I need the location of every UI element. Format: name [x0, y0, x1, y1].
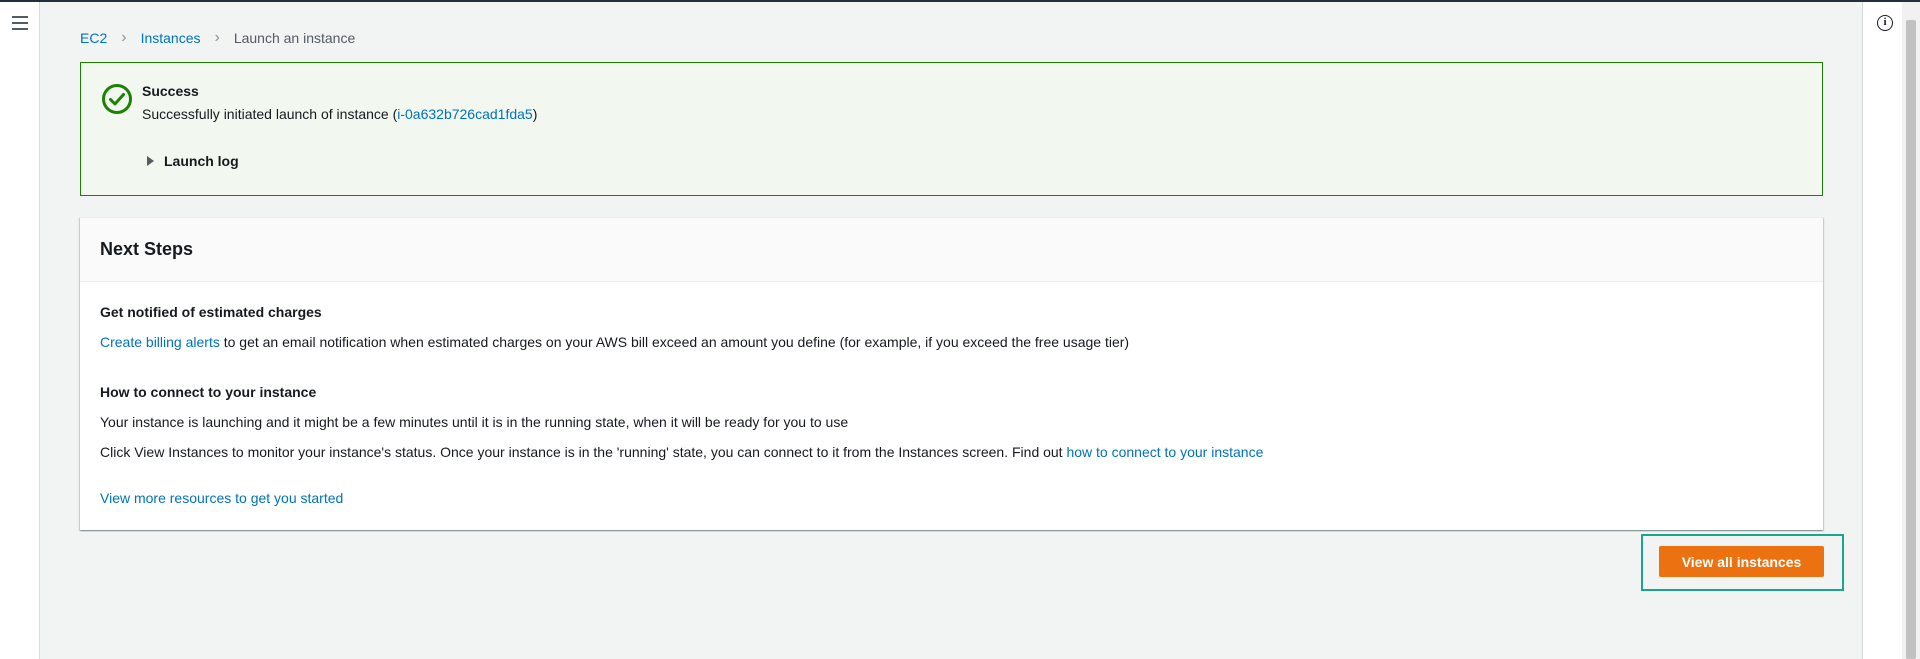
check-circle-icon — [102, 84, 132, 114]
left-navigation-rail — [0, 2, 40, 659]
flash-message-suffix: ) — [532, 106, 538, 122]
view-all-instances-button[interactable]: View all instances — [1659, 546, 1824, 577]
view-more-resources-link[interactable]: View more resources to get you started — [100, 490, 343, 506]
flash-message: Successfully initiated launch of instanc… — [142, 106, 537, 122]
connect-line-2: Click View Instances to monitor your ins… — [100, 444, 1263, 460]
breadcrumb: EC2 › Instances › Launch an instance — [80, 28, 355, 48]
billing-text: to get an email notification when estima… — [219, 334, 1130, 350]
chevron-right-icon: › — [214, 29, 220, 46]
next-steps-header: Next Steps — [80, 218, 1823, 282]
breadcrumb-current: Launch an instance — [233, 30, 356, 46]
billing-paragraph: Create billing alerts to get an email no… — [100, 334, 1129, 350]
create-billing-alerts-link[interactable]: Create billing alerts — [100, 334, 220, 350]
flash-message-prefix: Successfully initiated launch of instanc… — [142, 106, 398, 122]
chevron-right-icon: › — [121, 29, 127, 46]
connect-heading: How to connect to your instance — [100, 384, 317, 400]
hamburger-menu-icon[interactable] — [12, 16, 28, 30]
launch-log-toggle[interactable]: Launch log — [146, 153, 239, 169]
how-to-connect-link[interactable]: how to connect to your instance — [1066, 444, 1263, 460]
flash-title: Success — [142, 83, 199, 99]
top-border — [0, 0, 1920, 2]
billing-heading: Get notified of estimated charges — [100, 304, 322, 320]
launch-log-label: Launch log — [164, 153, 239, 169]
connect-line-1: Your instance is launching and it might … — [100, 414, 849, 430]
info-icon[interactable]: i — [1877, 15, 1893, 31]
right-tools-rail: i — [1862, 2, 1902, 659]
caret-right-icon — [147, 156, 154, 166]
connect-line-2-text: Click View Instances to monitor your ins… — [100, 444, 1067, 460]
next-steps-panel: Next Steps Get notified of estimated cha… — [80, 217, 1823, 530]
breadcrumb-link-ec2[interactable]: EC2 — [80, 30, 107, 46]
next-steps-title: Next Steps — [100, 239, 194, 259]
breadcrumb-link-instances[interactable]: Instances — [141, 30, 201, 46]
scrollbar-thumb[interactable] — [1906, 20, 1916, 659]
success-flash-message: Success Successfully initiated launch of… — [80, 62, 1823, 196]
instance-id-link[interactable]: i-0a632b726cad1fda5 — [397, 106, 532, 122]
scrollbar[interactable] — [1902, 2, 1920, 659]
